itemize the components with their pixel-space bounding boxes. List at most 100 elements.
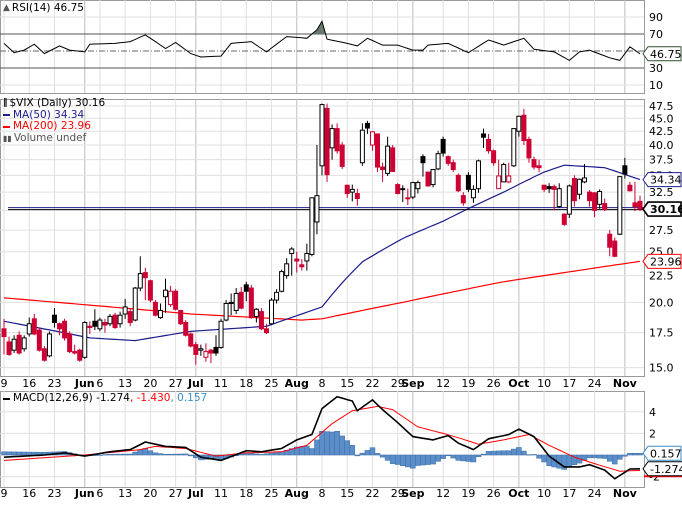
candle xyxy=(566,184,572,219)
candle-body xyxy=(142,272,148,279)
price-y-tick: 42.5 xyxy=(649,125,674,138)
candle xyxy=(425,171,431,187)
candle-body xyxy=(324,107,330,176)
candle-body xyxy=(576,178,582,195)
candle-body xyxy=(248,287,254,319)
candle-body xyxy=(6,341,12,355)
candle-body xyxy=(354,193,360,200)
x-axis-label: 9 xyxy=(1,377,8,390)
price-y-tick: 45.0 xyxy=(649,112,674,125)
candle xyxy=(339,142,345,169)
candle-body xyxy=(369,131,375,146)
candle xyxy=(16,331,22,355)
ma50-value-tag: 34.34 xyxy=(642,172,682,188)
candle-body xyxy=(284,263,290,277)
macd-histogram-bar xyxy=(541,454,547,463)
macd-histogram-bar xyxy=(622,454,628,457)
x-axis-label: 15 xyxy=(340,487,354,500)
candle-body xyxy=(62,320,68,339)
candle-body xyxy=(36,329,42,351)
candle-body xyxy=(526,138,532,159)
macd-histogram-bar xyxy=(6,451,12,456)
candle-body xyxy=(87,325,93,329)
signal-label: , -1.430 xyxy=(129,392,171,404)
candle-body xyxy=(314,195,320,223)
candle-body xyxy=(375,133,381,168)
x-axis-label: 16 xyxy=(22,487,36,500)
candle xyxy=(183,320,189,337)
candle xyxy=(435,150,441,171)
candle-body xyxy=(208,349,214,354)
macd-histogram-bar xyxy=(435,454,441,462)
x-axis-label: Jul xyxy=(187,377,204,390)
macd-histogram-bar xyxy=(177,453,184,456)
macd-swatch-icon xyxy=(3,397,10,400)
x-axis-label: 18 xyxy=(239,487,253,500)
macd-histogram-bar xyxy=(107,453,113,456)
x-axis-label: Oct xyxy=(508,377,529,390)
macd-histogram-bar xyxy=(384,454,391,461)
candle-body xyxy=(627,184,633,192)
candle-body xyxy=(82,322,88,358)
candle-body xyxy=(289,248,295,255)
macd-histogram-bar xyxy=(349,445,356,456)
candle xyxy=(455,173,461,193)
price-legend: ‖ $VIX (Daily) 30.16 MA(50) 34.34 MA(200)… xyxy=(3,97,105,144)
candle-body xyxy=(193,344,199,355)
candle-body xyxy=(233,292,239,311)
candle-body xyxy=(602,203,608,211)
candle xyxy=(617,176,623,236)
candle-body xyxy=(46,333,52,357)
x-axis-label: 15 xyxy=(340,377,354,390)
candle xyxy=(248,284,254,319)
macd-histogram-bar xyxy=(420,454,426,466)
candle-body xyxy=(274,291,280,301)
x-axis-label: 18 xyxy=(239,377,253,390)
candle-body xyxy=(400,188,406,191)
candle-body xyxy=(67,333,73,353)
candle-body xyxy=(238,291,244,309)
candle-body xyxy=(364,122,370,129)
candle-body xyxy=(223,302,229,321)
histogram-label: , 0.157 xyxy=(170,392,208,404)
x-axis-label: 25 xyxy=(265,377,279,390)
candle xyxy=(390,145,396,173)
candle xyxy=(561,213,567,226)
candle-body xyxy=(405,197,411,200)
macd-histogram-bar xyxy=(460,454,467,462)
macd-histogram-bar xyxy=(394,454,401,465)
candle-body xyxy=(11,338,17,351)
candle-body xyxy=(137,273,143,289)
macd-y-tick: 2 xyxy=(649,427,656,440)
macd-histogram-bar xyxy=(470,454,477,463)
candle-body xyxy=(637,200,643,210)
macd-histogram-bar xyxy=(16,451,22,456)
x-axis-label: 17 xyxy=(562,487,576,500)
candle xyxy=(173,289,179,311)
candle xyxy=(77,348,83,362)
candle-body xyxy=(380,166,386,171)
x-axis-label: 11 xyxy=(214,487,228,500)
candle-body xyxy=(612,240,618,257)
candle-body xyxy=(198,348,204,351)
candle xyxy=(324,103,330,182)
macd-histogram-bar xyxy=(516,447,522,456)
macd-histogram-bar xyxy=(495,450,502,456)
stock-chart: 9070301047.545.042.540.037.535.032.530.0… xyxy=(0,0,682,511)
candle-body xyxy=(213,346,219,354)
candle-body xyxy=(269,299,275,325)
candle-body xyxy=(132,287,138,321)
candle-body xyxy=(188,333,194,347)
candle-body xyxy=(51,314,57,324)
macd-histogram-bar xyxy=(167,453,174,456)
macd-histogram-bar xyxy=(521,450,527,456)
x-axis-label: 11 xyxy=(214,377,228,390)
price-y-tick: 15.0 xyxy=(649,362,674,375)
candle-body xyxy=(319,104,325,167)
x-axis-label: Sep xyxy=(401,377,424,390)
macd-histogram-bar xyxy=(309,448,315,456)
candle xyxy=(223,300,229,322)
histogram-value-tag: 0.157 xyxy=(642,445,682,461)
price-y-tick: 17.5 xyxy=(649,327,674,340)
candle-body xyxy=(92,320,98,327)
